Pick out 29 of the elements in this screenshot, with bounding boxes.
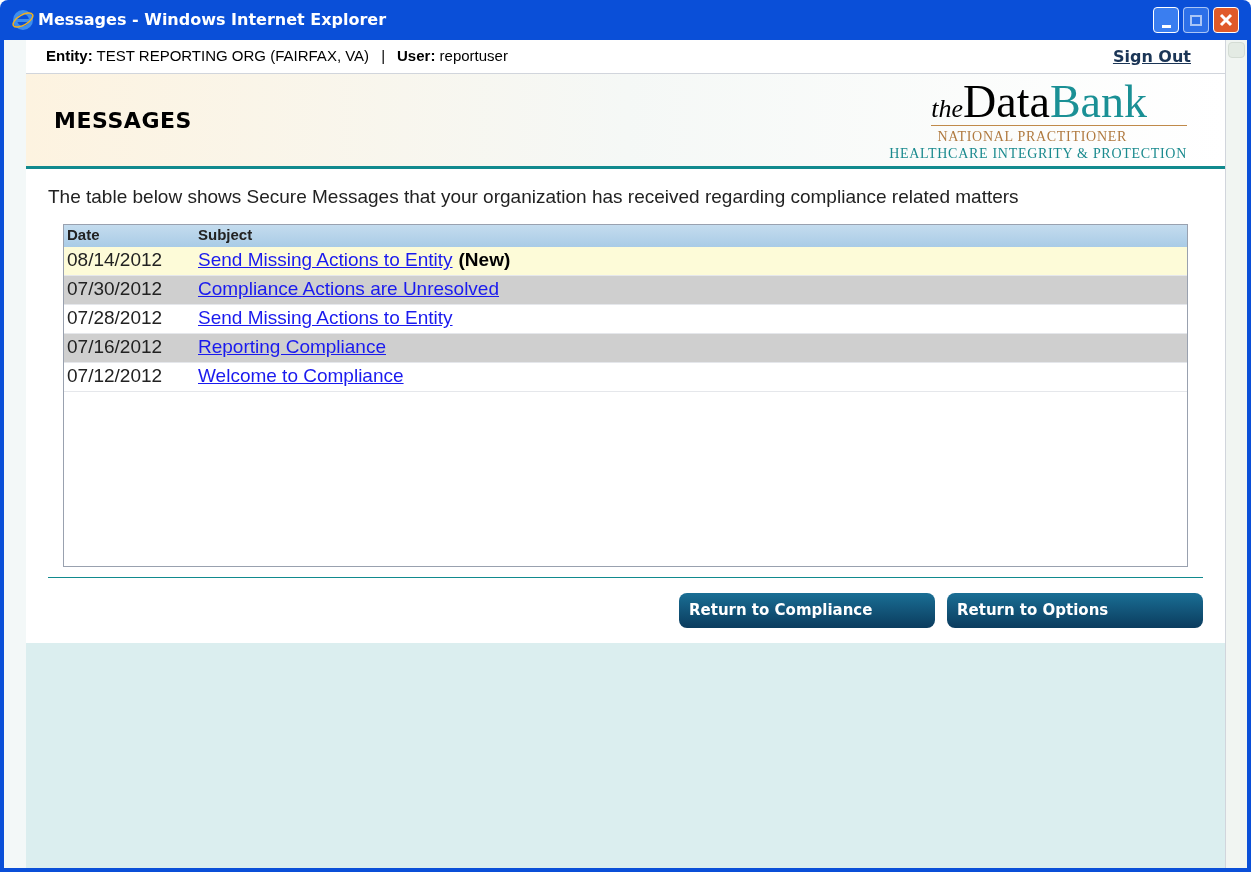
column-header: Subject (198, 225, 253, 246)
entity-info: Entity: TEST REPORTING ORG (FAIRFAX, VA) (46, 46, 370, 67)
nav-button[interactable]: Return to Compliance (679, 592, 935, 628)
date-cell-text: 07/16/2012 (66, 335, 164, 360)
close-icon (1219, 13, 1233, 27)
date-cell-text: 07/28/2012 (66, 306, 164, 331)
minimize-button[interactable] (1153, 7, 1179, 33)
nav-button[interactable]: Return to Options (947, 592, 1203, 628)
new-label: (New) (458, 248, 511, 273)
column-header: Date (66, 225, 101, 246)
browser-icon (12, 9, 34, 31)
logo: theDataBank NATIONAL PRACTITIONER HEALTHCARE INTEGRITY & PROTECTION (889, 79, 1188, 161)
separator: | (381, 46, 386, 67)
date-cell-text: 07/30/2012 (66, 277, 164, 302)
subject-link[interactable]: Send Missing Actions to Entity (198, 304, 453, 333)
user-info: User: reportuser (397, 46, 508, 67)
maximize-button[interactable] (1183, 7, 1209, 33)
window-title: Messages - Windows Internet Explorer (38, 9, 387, 31)
subject-link[interactable]: Compliance Actions are Unresolved (198, 275, 499, 304)
scrollbar[interactable] (1225, 40, 1247, 868)
subject-link[interactable]: Welcome to Compliance (198, 362, 404, 391)
sign-out-link[interactable]: Sign Out (1112, 44, 1191, 69)
close-button[interactable] (1213, 7, 1239, 33)
subject-link[interactable]: Send Missing Actions to Entity (198, 246, 453, 275)
subject-link[interactable]: Reporting Compliance (198, 333, 386, 362)
date-cell-text: 08/14/2012 (66, 248, 164, 273)
page-title: MESSAGES (54, 106, 192, 135)
intro-text: The table below shows Secure Messages that your organization has received regarding compliance related matters (48, 185, 1020, 209)
date-cell-text: 07/12/2012 (66, 364, 164, 389)
